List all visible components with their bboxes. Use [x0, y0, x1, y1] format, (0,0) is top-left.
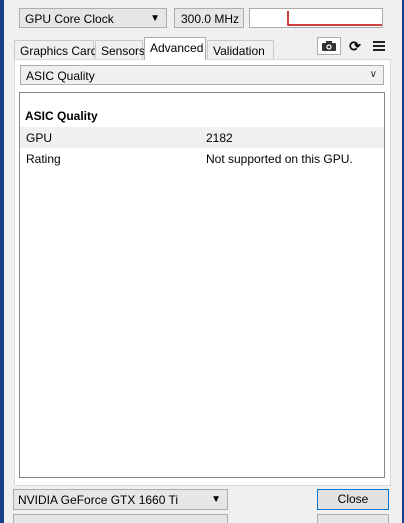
refresh-icon[interactable]: ⟳ [347, 37, 363, 55]
tab-graphics-card[interactable]: Graphics Card [14, 40, 97, 59]
gpu-select[interactable]: NVIDIA GeForce GTX 1660 Ti ▼ [13, 489, 228, 510]
second-window-gpu-select-edge [13, 514, 228, 523]
section-heading: ASIC Quality [25, 109, 98, 123]
info-key: GPU [26, 131, 53, 145]
advanced-section-select[interactable]: ASIC Quality ∨ [20, 65, 384, 85]
camera-icon[interactable] [317, 37, 341, 55]
tab-validation[interactable]: Validation [207, 40, 274, 59]
second-window-close-button-edge [317, 514, 389, 523]
chevron-down-icon: ∨ [369, 69, 377, 80]
hamburger-menu-icon[interactable] [371, 37, 387, 55]
sensor-graph [249, 8, 383, 28]
advanced-info-list[interactable]: ASIC Quality GPU 2182 Rating Not support… [19, 92, 385, 478]
chevron-down-icon: ▼ [150, 13, 160, 24]
info-row-rating: Rating Not supported on this GPU. [20, 148, 384, 169]
close-button[interactable]: Close [317, 489, 389, 510]
sensor-select-label: GPU Core Clock [25, 12, 114, 26]
sensor-value: 300.0 MHz [180, 12, 239, 26]
gpu-select-label: NVIDIA GeForce GTX 1660 Ti [18, 493, 179, 507]
info-key: Rating [26, 152, 61, 166]
info-value: Not supported on this GPU. [206, 152, 353, 166]
tab-advanced[interactable]: Advanced [144, 37, 206, 60]
sensor-select[interactable]: GPU Core Clock ▼ [19, 8, 167, 28]
window-edge-left [0, 0, 4, 523]
chevron-down-icon: ▼ [211, 494, 221, 505]
sensor-graph-line [287, 11, 382, 26]
sensor-value-box: 300.0 MHz [174, 8, 244, 28]
advanced-panel: ASIC Quality ∨ ASIC Quality GPU 2182 Rat… [14, 59, 391, 486]
info-row-gpu: GPU 2182 [20, 127, 384, 148]
info-value: 2182 [206, 131, 233, 145]
tab-sensors[interactable]: Sensors [95, 40, 145, 59]
advanced-section-label: ASIC Quality [26, 69, 95, 83]
